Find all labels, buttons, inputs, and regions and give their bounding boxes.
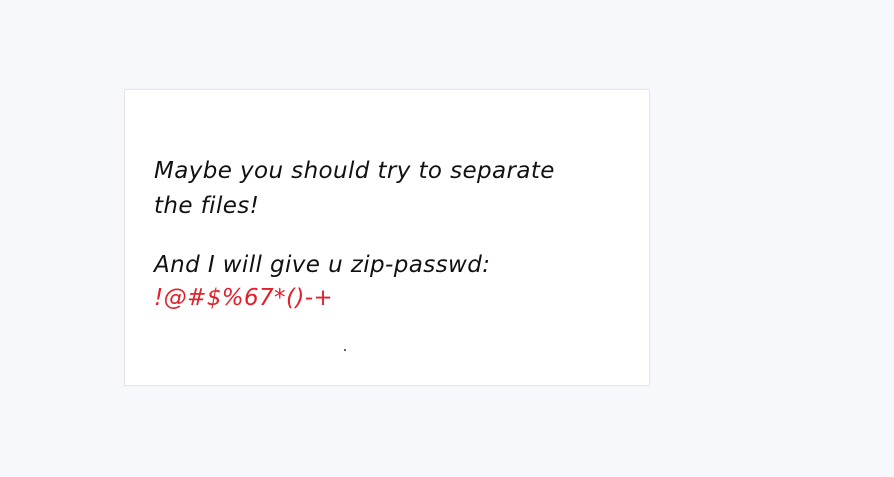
- zip-password: !@#$%67*()-+: [154, 285, 334, 311]
- hint-line-2: the files!: [154, 193, 260, 219]
- stray-dot: [344, 349, 346, 351]
- hint-line-1: Maybe you should try to separate: [154, 158, 555, 184]
- message-card: Maybe you should try to separate the fil…: [124, 89, 650, 386]
- password-intro: And I will give u zip-passwd:: [154, 252, 491, 278]
